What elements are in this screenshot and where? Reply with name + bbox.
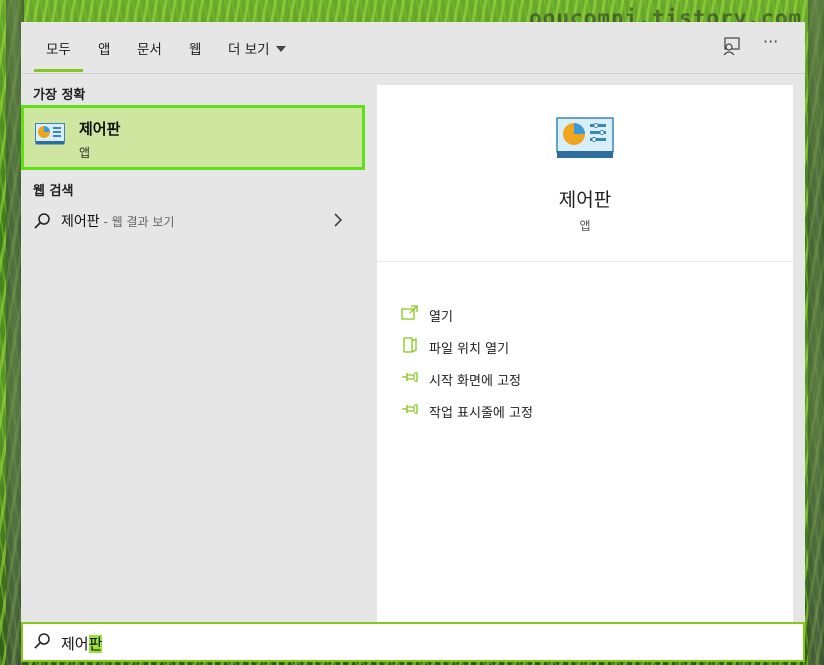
- preview-divider: [377, 261, 793, 262]
- search-selected-text: 판: [88, 635, 103, 653]
- tab-web[interactable]: 웹: [189, 38, 201, 58]
- tab-documents[interactable]: 문서: [137, 38, 162, 58]
- tab-more[interactable]: 더 보기: [228, 38, 286, 58]
- tab-all[interactable]: 모두: [34, 38, 83, 72]
- search-icon: [33, 632, 51, 654]
- preview-title: 제어판: [558, 189, 612, 211]
- tree-trunk: [808, 0, 824, 665]
- action-pin-start-label: 시작 화면에 고정: [429, 374, 521, 389]
- best-match-subtitle: 앱: [79, 146, 91, 160]
- search-panel: 모두 앱 문서 웹 더 보기 ··· 가장 정확 제어판 앱 웹 검색 제어판 …: [21, 22, 805, 622]
- action-pin-taskbar-label: 작업 표시줄에 고정: [429, 406, 533, 421]
- search-box[interactable]: 제어판: [21, 622, 805, 662]
- feedback-icon[interactable]: [721, 36, 743, 56]
- action-open-label: 열기: [429, 310, 453, 325]
- chevron-down-icon: [275, 46, 286, 52]
- action-open[interactable]: 열기: [401, 301, 781, 327]
- search-tabs: 모두 앱 문서 웹 더 보기 ···: [21, 22, 805, 74]
- pin-icon: [402, 372, 418, 382]
- web-search-query: 제어판: [61, 214, 100, 230]
- web-search-item[interactable]: 제어판 - 웹 결과 보기: [21, 204, 365, 238]
- tab-apps[interactable]: 앱: [98, 38, 110, 58]
- preview-type: 앱: [579, 219, 591, 233]
- chevron-right-icon[interactable]: [333, 212, 343, 232]
- control-panel-icon: [556, 117, 614, 163]
- web-search-hint: - 웹 결과 보기: [99, 215, 175, 229]
- web-search-header: 웹 검색: [33, 184, 74, 199]
- file-location-icon: [403, 337, 417, 353]
- best-match-title: 제어판: [79, 120, 121, 138]
- open-icon: [401, 305, 418, 320]
- best-match-header: 가장 정확: [33, 88, 86, 103]
- best-match-item[interactable]: 제어판 앱: [21, 105, 365, 170]
- action-file-location[interactable]: 파일 위치 열기: [401, 333, 781, 359]
- results-list: 가장 정확 제어판 앱 웹 검색 제어판 - 웹 결과 보기: [21, 74, 365, 622]
- pin-icon: [402, 404, 418, 414]
- control-panel-icon: [35, 123, 65, 149]
- action-pin-start[interactable]: 시작 화면에 고정: [401, 365, 781, 391]
- preview-pane: 제어판 앱 열기 파일 위치 열기 시작 화면에 고정 작업 표시줄에 고정: [377, 85, 793, 622]
- search-typed-text: 제어: [61, 635, 89, 653]
- action-file-location-label: 파일 위치 열기: [429, 342, 510, 357]
- search-icon: [33, 212, 51, 234]
- ellipsis-icon[interactable]: ···: [763, 32, 785, 52]
- action-pin-taskbar[interactable]: 작업 표시줄에 고정: [401, 397, 781, 423]
- search-input[interactable]: 제어판: [61, 633, 103, 654]
- tab-more-label: 더 보기: [228, 42, 270, 58]
